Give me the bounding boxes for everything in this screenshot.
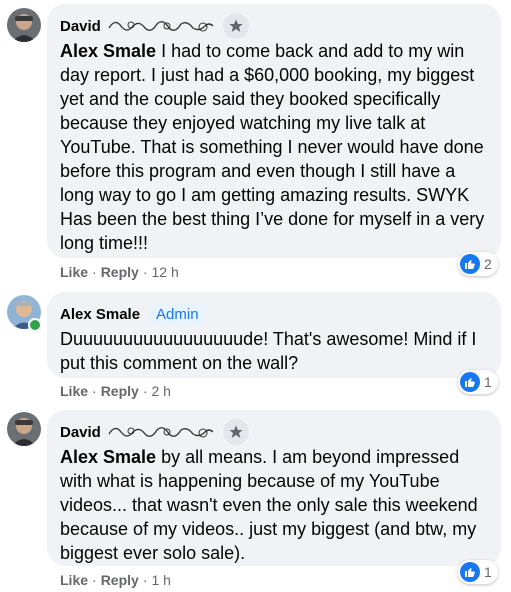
comment-actions: Like · Reply · 1 h (60, 572, 171, 588)
comment-author[interactable]: David (60, 18, 101, 35)
comment-bubble: David Alex Smale I had to come back and … (47, 4, 501, 258)
avatar[interactable] (7, 8, 41, 42)
reaction-count: 2 (484, 256, 492, 272)
reaction-count: 1 (484, 564, 492, 580)
reply-button[interactable]: Reply (101, 383, 139, 399)
avatar[interactable] (7, 412, 41, 446)
reaction-count: 1 (484, 374, 492, 390)
signature-flourish-icon (108, 427, 214, 438)
comment-bubble: David Alex Smale by all means. I am beyo… (47, 410, 501, 566)
timestamp[interactable]: 2 h (151, 383, 170, 399)
comment-text: Alex Smale by all means. I am beyond imp… (60, 445, 488, 565)
reply-button[interactable]: Reply (101, 264, 139, 280)
online-status-indicator (28, 318, 42, 332)
reaction-summary[interactable]: 1 (458, 370, 498, 394)
comment-actions: Like · Reply · 12 h (60, 264, 179, 280)
thumbs-up-icon (460, 254, 480, 274)
comment-body: Duuuuuuuuuuuuuuuuude! That's awesome! Mi… (60, 329, 477, 373)
comment-body: I had to come back and add to my win day… (60, 41, 485, 253)
signature-flourish-icon (108, 21, 214, 32)
reaction-summary[interactable]: 2 (458, 252, 498, 276)
timestamp[interactable]: 12 h (151, 264, 178, 280)
star-icon (222, 419, 249, 445)
thumbs-up-icon (460, 562, 480, 582)
comment-text: Alex Smale I had to come back and add to… (60, 39, 488, 255)
mention-link[interactable]: Alex Smale (60, 447, 156, 467)
like-button[interactable]: Like (60, 572, 88, 588)
mention-link[interactable]: Alex Smale (60, 41, 156, 61)
admin-badge: Admin (150, 303, 205, 325)
comment-author[interactable]: Alex Smale (60, 306, 140, 323)
comment-bubble: Alex Smale Admin Duuuuuuuuuuuuuuuuude! T… (47, 292, 501, 378)
timestamp[interactable]: 1 h (151, 572, 170, 588)
like-button[interactable]: Like (60, 264, 88, 280)
reaction-summary[interactable]: 1 (458, 560, 498, 584)
reply-button[interactable]: Reply (101, 572, 139, 588)
thumbs-up-icon (460, 372, 480, 392)
like-button[interactable]: Like (60, 383, 88, 399)
star-icon (222, 13, 249, 39)
comment-actions: Like · Reply · 2 h (60, 383, 171, 399)
comment-author[interactable]: David (60, 424, 101, 441)
